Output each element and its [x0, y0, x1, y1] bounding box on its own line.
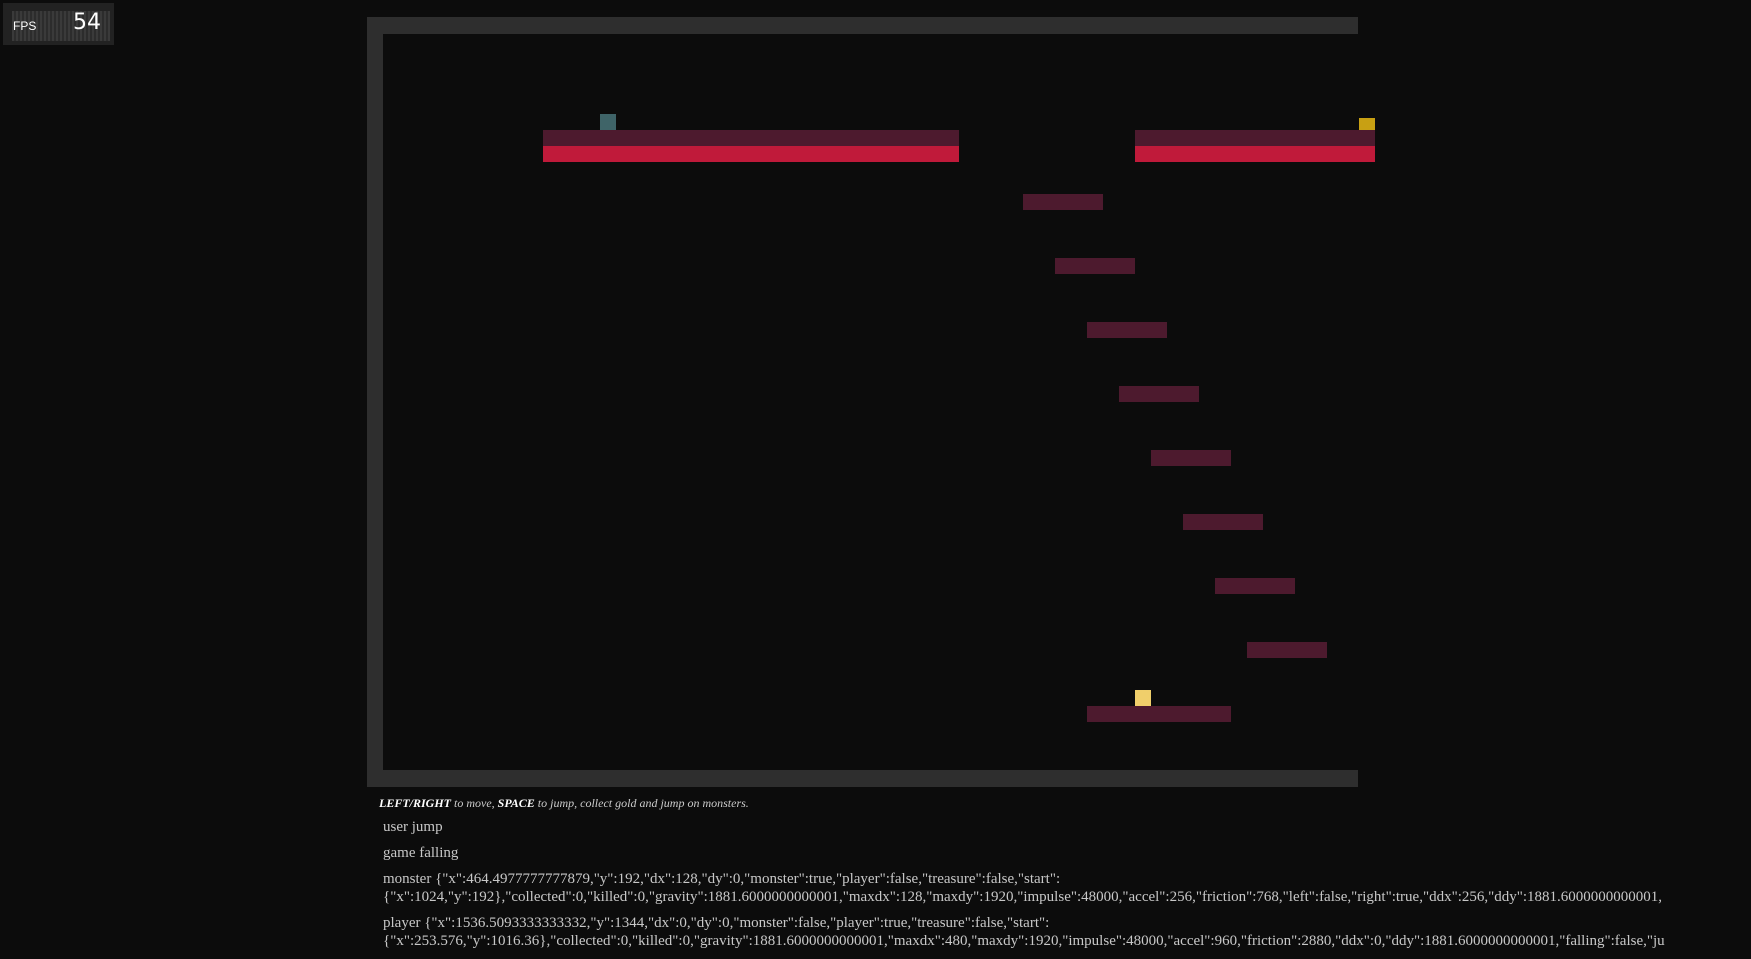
fps-meter: FPS 54	[3, 3, 114, 45]
game-canvas[interactable]	[383, 34, 1375, 770]
platform	[1087, 706, 1231, 722]
instructions-text: to move,	[451, 796, 498, 810]
player	[1135, 690, 1151, 706]
fps-value: 54	[73, 10, 101, 35]
instructions-text: to jump, collect gold and jump on monste…	[534, 796, 749, 810]
instructions: LEFT/RIGHT to move, SPACE to jump, colle…	[379, 796, 749, 811]
log-line: game falling	[383, 845, 459, 861]
step-platform	[1247, 642, 1327, 658]
left-right-key: LEFT/RIGHT	[379, 796, 452, 810]
gold-treasure	[1359, 118, 1375, 130]
step-platform	[1023, 194, 1103, 210]
monster	[600, 114, 616, 130]
step-platform	[1183, 514, 1263, 530]
lava-strip	[1135, 146, 1375, 162]
step-platform	[1119, 386, 1199, 402]
step-platform	[1087, 322, 1167, 338]
space-key: SPACE	[497, 796, 535, 810]
log-line: user jump	[383, 819, 443, 835]
fps-label: FPS	[13, 19, 37, 33]
player-log: player {"x":1536.5093333333332,"y":1344,…	[383, 915, 1665, 949]
platform	[543, 130, 959, 146]
step-platform	[1151, 450, 1231, 466]
step-platform	[1055, 258, 1135, 274]
step-platform	[1215, 578, 1295, 594]
monster-log: monster {"x":464.4977777777879,"y":192,"…	[383, 871, 1663, 905]
lava-strip	[543, 146, 959, 162]
platform	[1135, 130, 1375, 146]
